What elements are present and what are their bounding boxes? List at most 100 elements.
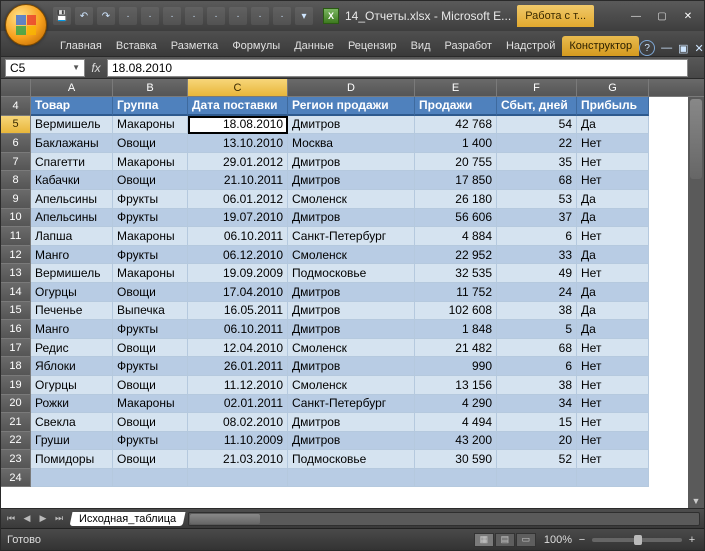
sheet-tab-active[interactable]: Исходная_таблица	[70, 512, 186, 526]
qat-btn-9[interactable]: ·	[229, 7, 247, 25]
cell[interactable]: 54	[497, 116, 577, 135]
view-page-layout-icon[interactable]: ▤	[495, 533, 515, 547]
zoom-in-icon[interactable]: +	[686, 534, 698, 546]
scroll-thumb[interactable]	[690, 99, 702, 179]
cell[interactable]: Смоленск	[288, 339, 415, 358]
cell[interactable]: Нет	[577, 357, 649, 376]
cell[interactable]: 21 482	[415, 339, 497, 358]
cell[interactable]: Нет	[577, 264, 649, 283]
cell[interactable]: Выпечка	[113, 302, 188, 321]
cell[interactable]: 5	[497, 320, 577, 339]
cell[interactable]: Вермишель	[31, 264, 113, 283]
cell[interactable]: Дмитров	[288, 320, 415, 339]
cell[interactable]: Огурцы	[31, 376, 113, 395]
cell[interactable]: 06.10.2011	[188, 320, 288, 339]
cell[interactable]: 4 290	[415, 395, 497, 414]
table-header-cell[interactable]: Группа	[113, 97, 188, 116]
zoom-out-icon[interactable]: −	[576, 534, 588, 546]
maximize-button[interactable]: ▢	[650, 7, 674, 25]
table-header-cell[interactable]: Регион продажи	[288, 97, 415, 116]
cell[interactable]: 38	[497, 376, 577, 395]
ribbon-tab-data[interactable]: Данные	[287, 36, 341, 56]
cell[interactable]: Фрукты	[113, 190, 188, 209]
qat-dropdown-icon[interactable]: ▾	[295, 7, 313, 25]
row-header[interactable]: 12	[1, 246, 31, 265]
col-header-G[interactable]: G	[577, 79, 649, 96]
cell[interactable]: Нет	[577, 395, 649, 414]
cell[interactable]: 24	[497, 283, 577, 302]
ribbon-tab-layout[interactable]: Разметка	[164, 36, 226, 56]
qat-btn-10[interactable]: ·	[251, 7, 269, 25]
row-header[interactable]: 13	[1, 264, 31, 283]
col-header-D[interactable]: D	[288, 79, 415, 96]
cell[interactable]: Фрукты	[113, 320, 188, 339]
cell[interactable]: Москва	[288, 134, 415, 153]
cell[interactable]: 26.01.2011	[188, 357, 288, 376]
cell[interactable]: Макароны	[113, 264, 188, 283]
cell[interactable]: 16.05.2011	[188, 302, 288, 321]
cell[interactable]: Смоленск	[288, 246, 415, 265]
select-all-corner[interactable]	[1, 79, 31, 96]
row-header[interactable]: 9	[1, 190, 31, 209]
cell[interactable]: 20 755	[415, 153, 497, 172]
help-icon[interactable]: ?	[639, 40, 655, 56]
row-header[interactable]: 19	[1, 376, 31, 395]
row-header[interactable]: 14	[1, 283, 31, 302]
row-header[interactable]: 5	[1, 116, 31, 135]
cell[interactable]: 990	[415, 357, 497, 376]
cell[interactable]: Редис	[31, 339, 113, 358]
cell[interactable]: 32 535	[415, 264, 497, 283]
cell[interactable]: Нет	[577, 227, 649, 246]
col-header-B[interactable]: B	[113, 79, 188, 96]
cell[interactable]: 18.08.2010	[188, 116, 288, 135]
ribbon-tab-design[interactable]: Конструктор	[562, 36, 639, 56]
qat-btn-11[interactable]: ·	[273, 7, 291, 25]
cell[interactable]: 6	[497, 227, 577, 246]
cell[interactable]: Помидоры	[31, 450, 113, 469]
cell[interactable]: Дмитров	[288, 171, 415, 190]
col-header-C[interactable]: C	[188, 79, 288, 96]
cell[interactable]: 17 850	[415, 171, 497, 190]
cell[interactable]: 56 606	[415, 209, 497, 228]
qat-btn-8[interactable]: ·	[207, 7, 225, 25]
cell[interactable]: Дмитров	[288, 302, 415, 321]
cell[interactable]: 6	[497, 357, 577, 376]
cell[interactable]: Кабачки	[31, 171, 113, 190]
name-box-dropdown-icon[interactable]: ▼	[72, 63, 80, 72]
cell[interactable]: 33	[497, 246, 577, 265]
cell[interactable]: Рожки	[31, 395, 113, 414]
cell[interactable]: Санкт-Петербург	[288, 395, 415, 414]
cell[interactable]: Дмитров	[288, 357, 415, 376]
cell[interactable]: 13.10.2010	[188, 134, 288, 153]
view-page-break-icon[interactable]: ▭	[516, 533, 536, 547]
close-button[interactable]: ✕	[676, 7, 700, 25]
row-header[interactable]: 6	[1, 134, 31, 153]
cell[interactable]: Овощи	[113, 283, 188, 302]
table-header-cell[interactable]: Товар	[31, 97, 113, 116]
cell[interactable]: 06.10.2011	[188, 227, 288, 246]
qat-btn-5[interactable]: ·	[141, 7, 159, 25]
cell[interactable]: 68	[497, 339, 577, 358]
cell[interactable]: Да	[577, 246, 649, 265]
zoom-level[interactable]: 100%	[544, 534, 572, 546]
cell[interactable]: Подмосковье	[288, 264, 415, 283]
cell[interactable]: 29.01.2012	[188, 153, 288, 172]
qat-redo-icon[interactable]: ↷	[97, 7, 115, 25]
cell[interactable]: 1 400	[415, 134, 497, 153]
cell[interactable]: 43 200	[415, 432, 497, 451]
ribbon-minimize-icon[interactable]: —	[661, 42, 672, 54]
cell[interactable]	[577, 469, 649, 488]
cell[interactable]: 53	[497, 190, 577, 209]
qat-btn-7[interactable]: ·	[185, 7, 203, 25]
cell[interactable]: Овощи	[113, 134, 188, 153]
table-header-cell[interactable]: Прибыль	[577, 97, 649, 116]
cell[interactable]: Макароны	[113, 153, 188, 172]
row-header[interactable]: 24	[1, 469, 31, 488]
formula-input[interactable]: 18.08.2010	[107, 59, 688, 77]
ribbon-tab-view[interactable]: Вид	[404, 36, 438, 56]
cell[interactable]: 22	[497, 134, 577, 153]
cell[interactable]: Смоленск	[288, 190, 415, 209]
cell[interactable]: Макароны	[113, 395, 188, 414]
cell[interactable]: Нет	[577, 134, 649, 153]
cell[interactable]: Спагетти	[31, 153, 113, 172]
